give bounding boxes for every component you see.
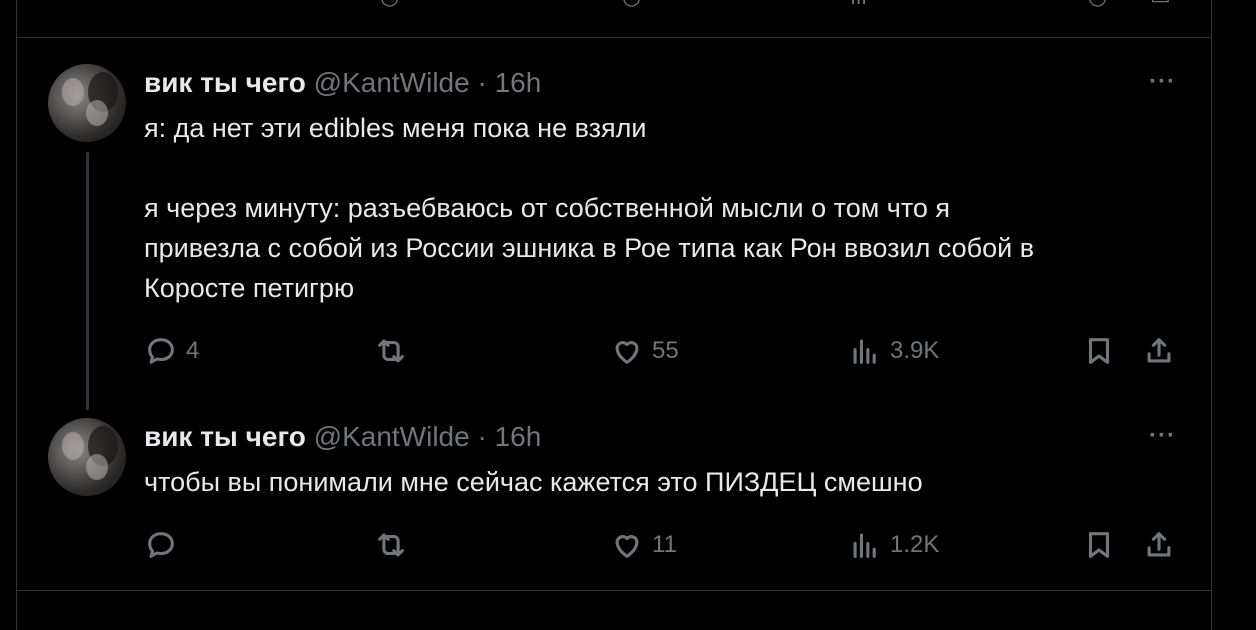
author-handle[interactable]: @KantWilde [314, 421, 470, 452]
views-icon [853, 533, 876, 558]
reply-button[interactable] [144, 528, 186, 562]
tweet-text-line: чтобы вы понимали мне сейчас кажется это… [144, 467, 923, 497]
tweet-text-line: я через минуту: разъебваюсь от собственн… [144, 193, 951, 223]
divider [16, 590, 1211, 591]
more-icon[interactable]: ··· [1149, 68, 1176, 96]
like-count: 11 [652, 531, 677, 558]
reply-icon [148, 532, 174, 558]
timestamp[interactable]: 16h [495, 67, 542, 98]
tweet-header: вик ты чего @KantWilde · 16h [144, 66, 541, 100]
previous-tweet-actions: ◠ ◡ ◡ ılı ◡ ▭ [0, 0, 1256, 10]
tweet-text-line [144, 148, 1174, 188]
tweet-actions: 4 55 3.9K [16, 334, 1210, 374]
tweet[interactable]: вик ты чего @KantWilde · 16h ··· я: да н… [16, 38, 1210, 410]
share-icon [1147, 532, 1171, 557]
author-handle[interactable]: @KantWilde [314, 67, 470, 98]
repost-icon[interactable]: ◡ [380, 0, 399, 10]
author-name[interactable]: вик ты чего [144, 421, 306, 452]
separator: · [477, 421, 487, 452]
more-icon[interactable]: ··· [1149, 422, 1176, 450]
bookmark-icon [1088, 532, 1110, 558]
like-count: 55 [652, 337, 679, 364]
views-icon[interactable]: ılı [850, 0, 867, 10]
repost-icon [378, 339, 404, 363]
avatar[interactable] [48, 64, 126, 142]
views-count: 3.9K [890, 337, 940, 364]
like-icon [615, 341, 639, 364]
tweet-text: чтобы вы понимали мне сейчас кажется это… [144, 462, 1174, 502]
tweet-header: вик ты чего @KantWilde · 16h [144, 420, 541, 454]
bookmark-button[interactable] [1082, 528, 1116, 562]
like-icon [615, 535, 639, 558]
tweet-text-line: я: да нет эти edibles меня пока не взяли [144, 113, 647, 143]
bookmark-icon [1088, 338, 1110, 364]
tweet-actions: 11 1.2K [16, 528, 1210, 568]
repost-button[interactable] [374, 528, 416, 562]
avatar[interactable] [48, 418, 126, 496]
tweet[interactable]: вик ты чего @KantWilde · 16h ··· чтобы в… [16, 398, 1210, 588]
reply-button[interactable]: 4 [144, 334, 199, 368]
tweet-text: я: да нет эти edibles меня пока не взяли… [144, 108, 1174, 308]
repost-icon [378, 533, 404, 557]
views-icon [853, 339, 876, 364]
reply-count: 4 [186, 337, 200, 364]
like-button[interactable]: 11 [610, 528, 677, 562]
separator: · [477, 67, 487, 98]
views-count: 1.2K [890, 531, 940, 558]
timestamp[interactable]: 16h [495, 421, 542, 452]
reply-icon [148, 338, 174, 364]
share-button[interactable] [1142, 334, 1176, 368]
like-icon[interactable]: ◡ [622, 0, 641, 10]
author-name[interactable]: вик ты чего [144, 67, 306, 98]
bookmark-button[interactable] [1082, 334, 1116, 368]
bookmark-icon[interactable]: ◡ [1088, 0, 1107, 10]
share-icon [1147, 338, 1171, 363]
repost-button[interactable] [374, 334, 416, 368]
share-icon[interactable]: ▭ [1150, 0, 1171, 10]
reply-icon[interactable]: ◠ [150, 0, 169, 10]
views-button[interactable]: 1.2K [848, 528, 939, 562]
tweet-text-line: привезла с собой из России эшника в Рое … [144, 233, 1035, 263]
views-button[interactable]: 3.9K [848, 334, 939, 368]
like-button[interactable]: 55 [610, 334, 679, 368]
tweet-text-line: Коросте петигрю [144, 273, 355, 303]
share-button[interactable] [1142, 528, 1176, 562]
